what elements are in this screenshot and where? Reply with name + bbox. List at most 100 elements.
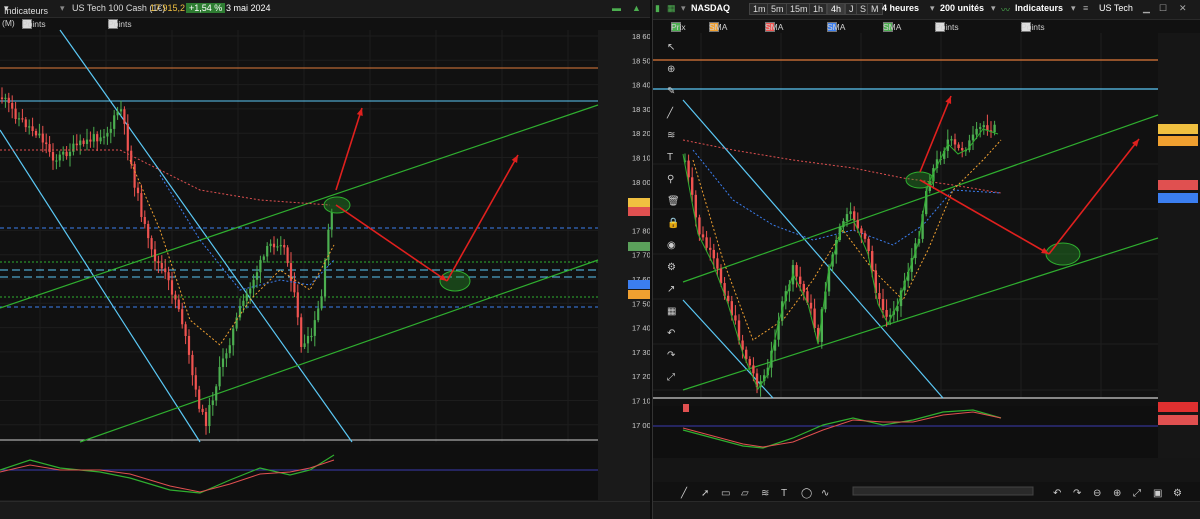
candle-body — [809, 302, 813, 309]
y-tick-label: 17 100 — [632, 397, 650, 406]
price-tag — [1158, 180, 1198, 190]
candle-body — [109, 128, 112, 133]
candle-body — [802, 283, 805, 292]
draw-fib-icon: ≋ — [761, 488, 769, 499]
candle-body — [79, 140, 82, 146]
candle-body — [153, 249, 157, 262]
right-bottom-toolbar — [653, 501, 1200, 519]
lock-icon: 🔒 — [667, 217, 679, 229]
candle-body — [885, 309, 888, 317]
horizontal-scrollbar — [852, 486, 1034, 496]
candle-body — [106, 132, 109, 137]
candle-body — [953, 139, 957, 145]
y-tick-label: 17 200 — [632, 372, 650, 381]
candle-body — [306, 336, 310, 344]
candle-body — [51, 152, 55, 161]
candle-body — [878, 293, 881, 300]
candle-body — [701, 234, 705, 238]
y-tick-label: 18 000 — [632, 178, 650, 187]
y-tick-label: 17 300 — [632, 348, 650, 357]
candle-body — [198, 389, 201, 409]
expand-icon: ⤢ — [667, 372, 675, 383]
candle-body — [300, 317, 303, 347]
candle-body — [310, 335, 313, 338]
candle-body — [303, 343, 306, 347]
candle-body — [296, 292, 299, 318]
candle-body — [272, 243, 276, 248]
candle-body — [170, 280, 174, 295]
candle-body — [164, 268, 167, 273]
candle-body — [45, 142, 48, 145]
candle-body — [867, 238, 870, 252]
candle-body — [177, 299, 180, 310]
candle-body — [208, 405, 211, 427]
candle-body — [957, 144, 960, 149]
candle-body — [126, 123, 129, 151]
price-axis — [1158, 33, 1200, 458]
candle-body — [709, 247, 712, 250]
candle-body — [89, 139, 92, 142]
candle-body — [184, 324, 187, 336]
price-tag — [628, 280, 650, 289]
candle-body — [719, 268, 723, 284]
candle-body — [68, 151, 72, 157]
price-tag — [628, 242, 650, 251]
candle-body — [194, 375, 197, 390]
candle-body — [982, 125, 985, 128]
candle-body — [211, 400, 214, 406]
candle-body — [313, 320, 316, 336]
y-tick-label: 17 000 — [632, 421, 650, 430]
candle-body — [201, 408, 204, 413]
candle-body — [232, 328, 235, 346]
candle-body — [75, 143, 78, 146]
draw-arrow-icon: ➚ — [701, 488, 709, 499]
draw-circle-icon: ◯ — [801, 488, 812, 499]
candle-body — [113, 115, 116, 129]
candle-body — [979, 127, 982, 129]
pencil-icon: ✎ — [667, 86, 675, 97]
candle-body — [85, 139, 89, 144]
grid-icon: ▦ — [667, 306, 676, 317]
right-chart-canvas[interactable]: ↖ ⊕ ✎ ╱ ≋ T ⚲ 🗑 🔒 ◉ ⚙ ↗ ▦ ↶ ↷ ⤢ ╱ ➚ ▭ ▱ ≋ T ◯ ∿ ↶ ↷ ⊖ ⊕ ⤢ ▣ ⚙ — [653, 0, 1200, 519]
candle-body — [58, 154, 61, 161]
candle-body — [323, 260, 327, 297]
candle-body — [123, 109, 126, 124]
candle-body — [92, 134, 95, 142]
price-tag — [1158, 136, 1198, 146]
candle-body — [82, 140, 85, 144]
price-tag — [1158, 124, 1198, 134]
candle-body — [320, 296, 323, 309]
price-tag — [628, 290, 650, 299]
candle-body — [99, 137, 102, 142]
candle-body — [62, 151, 65, 155]
candle-body — [249, 288, 252, 294]
macd-panel — [653, 406, 1158, 458]
time-axis — [653, 458, 1200, 482]
candle-body — [330, 212, 333, 230]
draw-text-icon: T — [781, 488, 787, 499]
right-chart-window[interactable]: ▮ ▦ ▾ NASDAQ 1m 5m 15m 1h 4h J S M 4 heu… — [652, 0, 1200, 519]
candle-body — [727, 295, 730, 302]
candle-body — [262, 256, 265, 260]
candle-body — [705, 237, 708, 248]
candle-body — [286, 247, 289, 264]
candle-body — [55, 160, 58, 162]
draw-rect-icon: ▭ — [721, 488, 730, 499]
left-chart-window[interactable]: Indicateurs ▾ ▾ US Tech 100 Cash (1€) 17… — [0, 0, 650, 519]
left-chart-canvas[interactable]: 18 600 18 500 18 400 18 300 18 200 18 100 18 0… — [0, 0, 650, 519]
trash-icon: 🗑 — [667, 195, 680, 207]
candle-body — [317, 308, 320, 321]
candle-body — [0, 97, 4, 99]
settings-icon: ⚙ — [667, 262, 676, 273]
candle-body — [712, 249, 715, 259]
candle-body — [17, 118, 21, 120]
candle-body — [7, 97, 10, 103]
candle-body — [228, 345, 231, 354]
candle-body — [795, 265, 798, 277]
candle-body — [950, 139, 953, 141]
magnet-icon: ⚲ — [667, 174, 674, 185]
candle-body — [102, 136, 106, 138]
candle-body — [283, 245, 286, 248]
candle-body — [889, 314, 892, 317]
candle-body — [174, 294, 177, 300]
